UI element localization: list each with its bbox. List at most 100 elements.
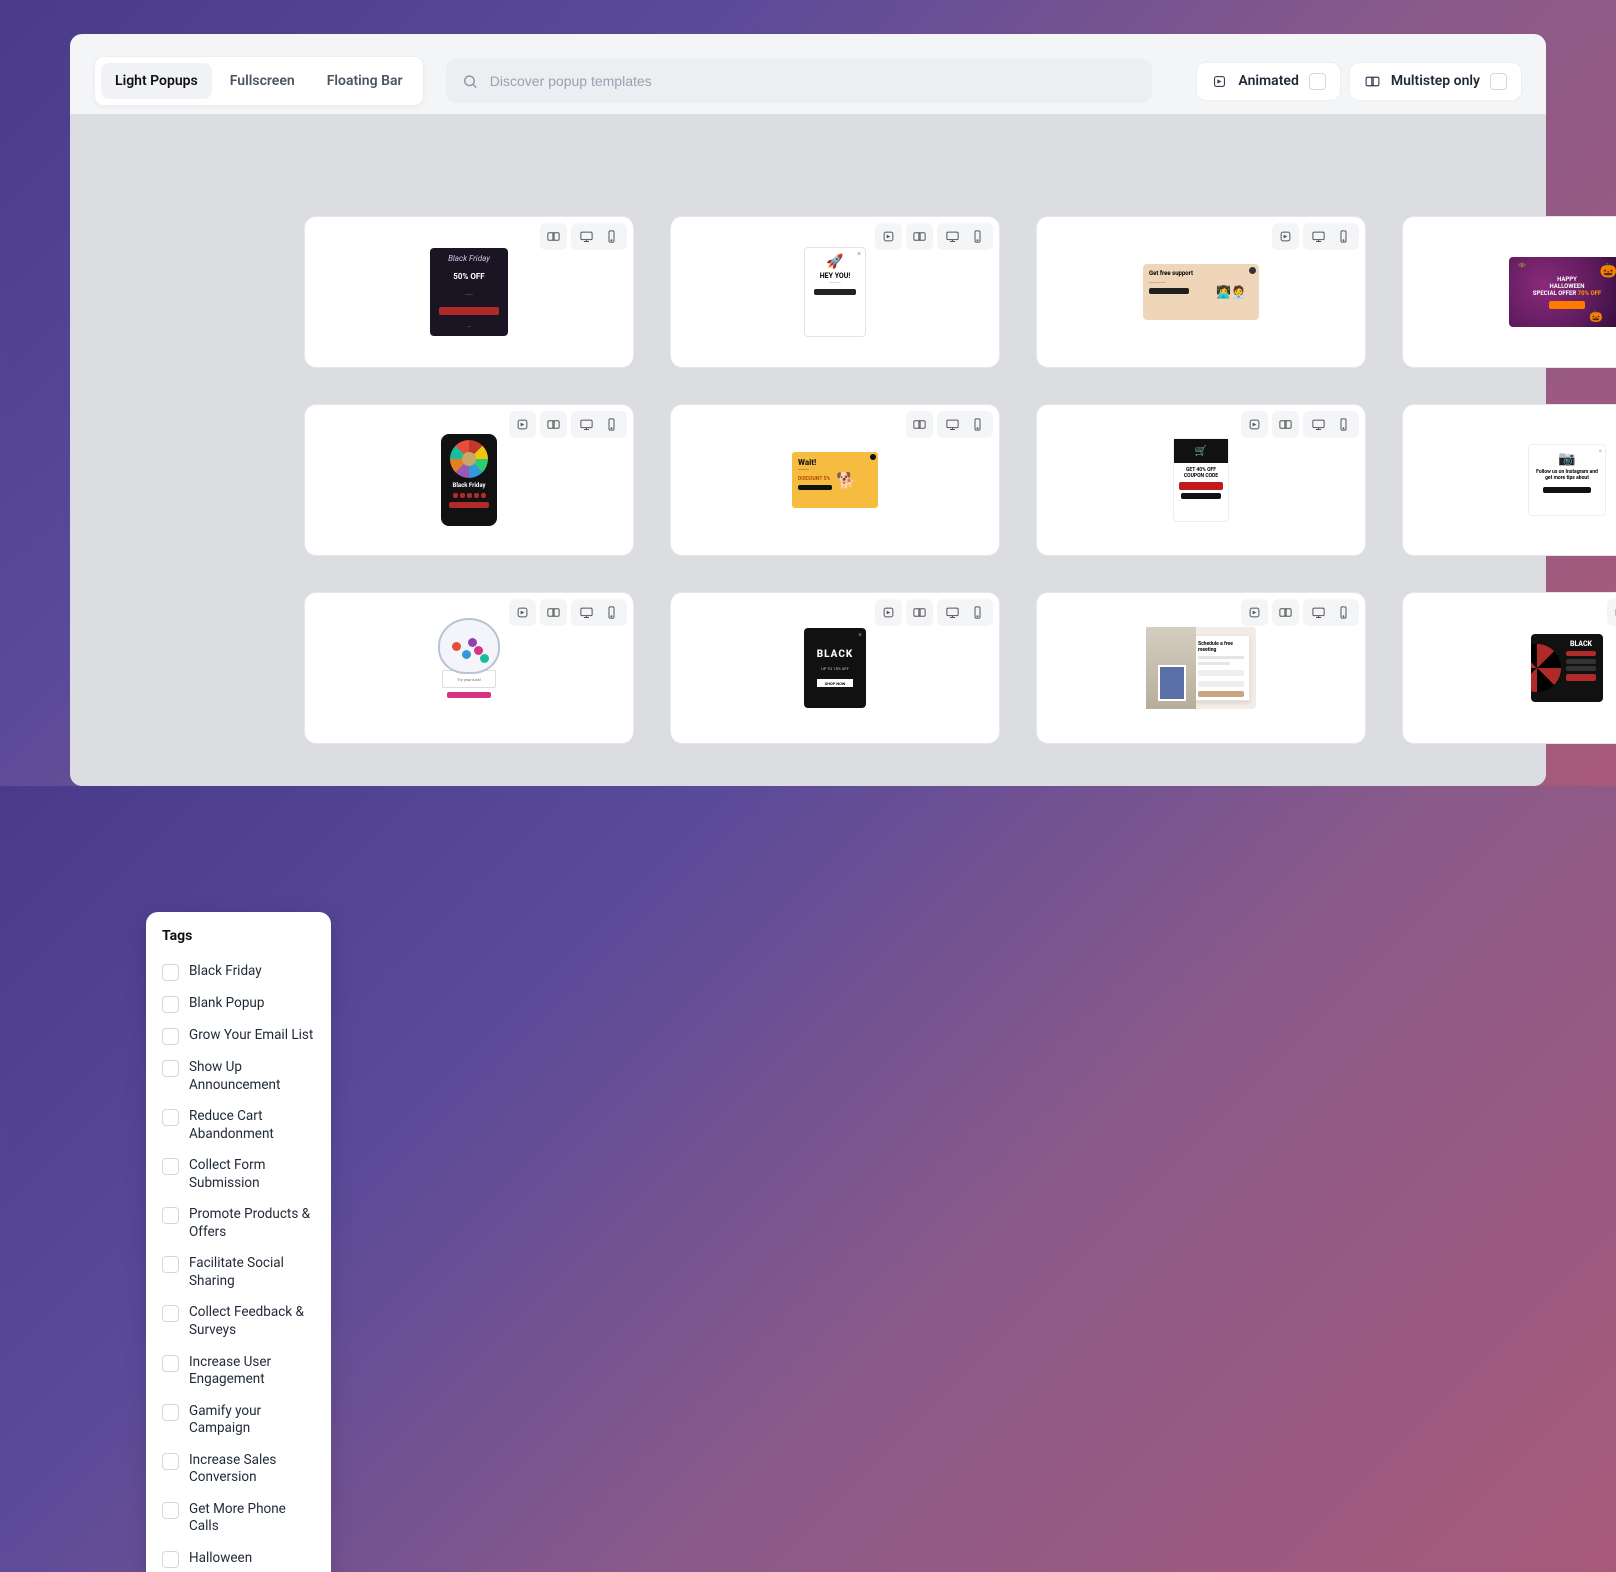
tag-label: Collect Feedback & Surveys	[189, 1304, 315, 1339]
animated-badge	[1607, 599, 1616, 626]
animated-badge	[509, 599, 536, 626]
template-preview: BLACK	[1531, 634, 1603, 702]
tag-grow-your-email-list[interactable]: Grow Your Email List	[162, 1020, 315, 1052]
template-preview: × BLACK UP TO 15% OFF SHOP NOW	[804, 628, 866, 708]
template-card[interactable]: 🛒 GET 40% OFFCOUPON CODE	[1036, 404, 1366, 556]
desktop-icon	[579, 229, 594, 244]
tag-promote-products-offers[interactable]: Promote Products & Offers	[162, 1199, 315, 1248]
checkbox-icon[interactable]	[162, 1453, 179, 1470]
template-card[interactable]: 🦇🎃🎃 HAPPY HALLOWEEN SPECIAL OFFER 70% OF…	[1402, 216, 1616, 368]
checkbox-icon[interactable]	[162, 1355, 179, 1372]
mobile-icon	[604, 605, 619, 620]
template-card[interactable]: Get free support────── 👩‍💻🧑‍💼	[1036, 216, 1366, 368]
animated-toggle[interactable]: Animated	[1196, 62, 1340, 101]
template-preview: Get free support────── 👩‍💻🧑‍💼	[1143, 264, 1259, 320]
tab-fullscreen[interactable]: Fullscreen	[216, 63, 309, 99]
checkbox-icon[interactable]	[162, 996, 179, 1013]
animated-checkbox[interactable]	[1309, 73, 1326, 90]
filter-toggles: Animated Multistep only	[1196, 62, 1522, 101]
multistep-icon	[912, 417, 927, 432]
card-badges	[875, 599, 993, 626]
tag-facilitate-social-sharing[interactable]: Facilitate Social Sharing	[162, 1248, 315, 1297]
multistep-badge	[906, 411, 933, 438]
template-card[interactable]: Schedule a free meeting	[1036, 592, 1366, 744]
checkbox-icon[interactable]	[162, 1109, 179, 1126]
topbar: Light PopupsFullscreenFloating Bar Anima…	[94, 56, 1522, 106]
device-badge	[1303, 599, 1359, 626]
template-card[interactable]: × 📷 Follow us on Instagram and get more …	[1402, 404, 1616, 556]
template-preview: × 📷 Follow us on Instagram and get more …	[1528, 444, 1606, 516]
tag-label: Increase User Engagement	[189, 1354, 315, 1389]
template-preview: Schedule a free meeting	[1146, 627, 1256, 709]
tag-collect-feedback-surveys[interactable]: Collect Feedback & Surveys	[162, 1297, 315, 1346]
tag-collect-form-submission[interactable]: Collect Form Submission	[162, 1150, 315, 1199]
multistep-badge	[540, 411, 567, 438]
template-card[interactable]: BLACK	[1402, 592, 1616, 744]
multistep-icon	[1278, 605, 1293, 620]
device-badge	[937, 599, 993, 626]
device-badge	[937, 411, 993, 438]
template-card[interactable]: × 🚀 HEY YOU! ────	[670, 216, 1000, 368]
card-badges	[509, 599, 627, 626]
checkbox-icon[interactable]	[162, 1502, 179, 1519]
multistep-icon	[1278, 417, 1293, 432]
mobile-icon	[1336, 605, 1351, 620]
tag-show-up-announcement[interactable]: Show Up Announcement	[162, 1052, 315, 1101]
checkbox-icon[interactable]	[162, 1404, 179, 1421]
template-card[interactable]: Wait!────DISCOUNT 5% 🐕	[670, 404, 1000, 556]
tag-gamify-your-campaign[interactable]: Gamify your Campaign	[162, 1396, 315, 1445]
tag-label: Black Friday	[189, 963, 262, 981]
card-badges	[509, 411, 627, 438]
tag-increase-sales-conversion[interactable]: Increase Sales Conversion	[162, 1445, 315, 1494]
view-tabs: Light PopupsFullscreenFloating Bar	[94, 56, 424, 106]
tab-floating-bar[interactable]: Floating Bar	[313, 63, 417, 99]
template-card[interactable]: Black Friday	[304, 404, 634, 556]
tag-black-friday[interactable]: Black Friday	[162, 956, 315, 988]
desktop-icon	[1311, 605, 1326, 620]
animated-badge	[1272, 223, 1299, 250]
animated-icon	[515, 417, 530, 432]
card-badges	[1607, 599, 1616, 626]
tag-get-more-phone-calls[interactable]: Get More Phone Calls	[162, 1494, 315, 1543]
device-badge	[571, 599, 627, 626]
tag-label: Promote Products & Offers	[189, 1206, 315, 1241]
template-card[interactable]: × BLACK UP TO 15% OFF SHOP NOW	[670, 592, 1000, 744]
tag-increase-user-engagement[interactable]: Increase User Engagement	[162, 1347, 315, 1396]
search-input[interactable]	[490, 73, 1137, 89]
template-card[interactable]: Try your luck!	[304, 592, 634, 744]
multistep-toggle[interactable]: Multistep only	[1349, 62, 1522, 101]
checkbox-icon[interactable]	[162, 1158, 179, 1175]
tag-label: Increase Sales Conversion	[189, 1452, 315, 1487]
checkbox-icon[interactable]	[162, 1256, 179, 1273]
tab-light-popups[interactable]: Light Popups	[101, 63, 212, 99]
tag-reduce-cart-abandonment[interactable]: Reduce Cart Abandonment	[162, 1101, 315, 1150]
multistep-badge	[1272, 599, 1299, 626]
multistep-icon	[546, 605, 561, 620]
card-badges	[906, 411, 993, 438]
tags-title: Tags	[162, 928, 315, 944]
template-preview: Black Friday	[441, 434, 497, 526]
multistep-checkbox[interactable]	[1490, 73, 1507, 90]
animated-badge	[875, 223, 902, 250]
device-badge	[1303, 223, 1359, 250]
checkbox-icon[interactable]	[162, 1305, 179, 1322]
card-badges	[875, 223, 993, 250]
checkbox-icon[interactable]	[162, 1028, 179, 1045]
animated-badge	[1241, 411, 1268, 438]
desktop-icon	[945, 605, 960, 620]
tag-label: Gamify your Campaign	[189, 1403, 315, 1438]
mobile-icon	[604, 229, 619, 244]
checkbox-icon[interactable]	[162, 1551, 179, 1568]
tag-halloween[interactable]: Halloween	[162, 1543, 315, 1572]
animated-badge	[875, 599, 902, 626]
mobile-icon	[1336, 229, 1351, 244]
checkbox-icon[interactable]	[162, 1207, 179, 1224]
search-bar[interactable]	[446, 59, 1153, 103]
checkbox-icon[interactable]	[162, 964, 179, 981]
template-card[interactable]: Black Friday 50% OFF ⸺ ─	[304, 216, 634, 368]
animated-icon	[1247, 605, 1262, 620]
tag-blank-popup[interactable]: Blank Popup	[162, 988, 315, 1020]
checkbox-icon[interactable]	[162, 1060, 179, 1077]
device-badge	[571, 223, 627, 250]
card-badges	[540, 223, 627, 250]
